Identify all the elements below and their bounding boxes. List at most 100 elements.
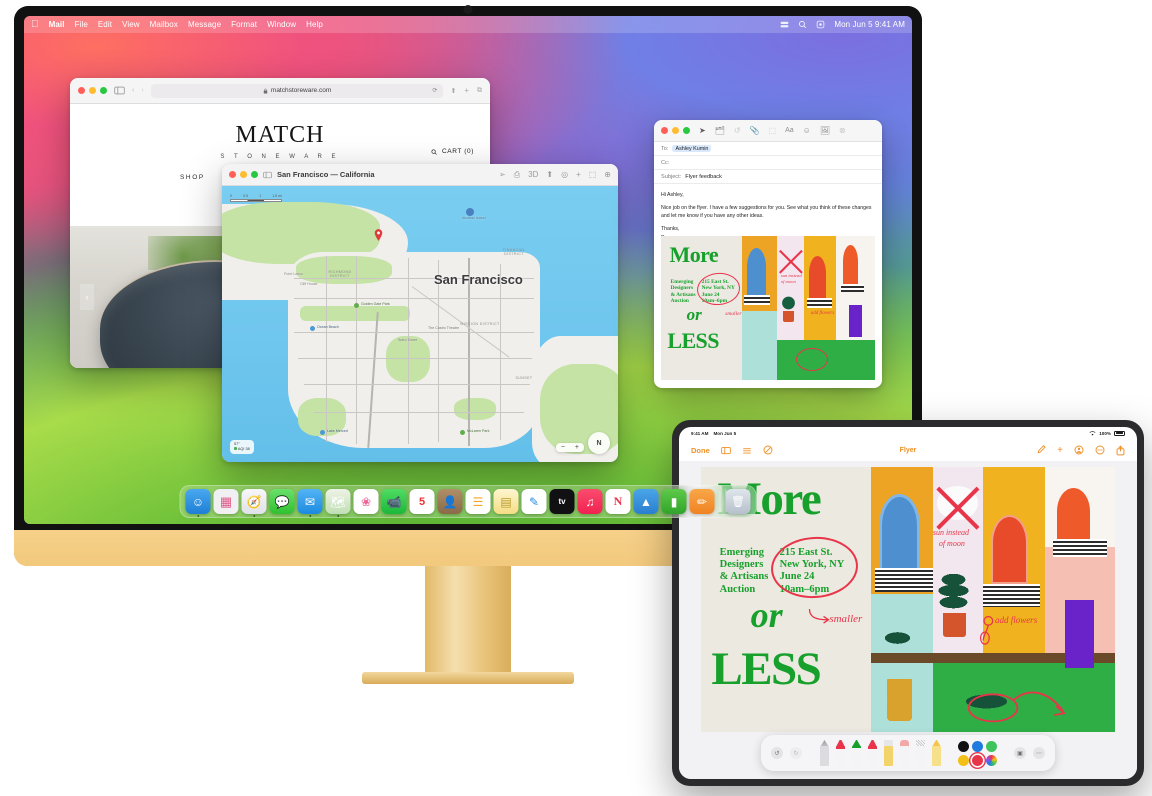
menu-item-window[interactable]: Window: [267, 20, 296, 29]
share-icon[interactable]: ⬆: [450, 87, 456, 95]
reload-icon[interactable]: ⟳: [432, 87, 437, 94]
lake-merced-dot[interactable]: [320, 430, 325, 435]
dock-app-safari[interactable]: 🧭: [241, 489, 267, 517]
color-swatch-blue[interactable]: [972, 740, 983, 752]
dock-app-messages[interactable]: 💬: [269, 489, 295, 514]
menu-item-message[interactable]: Message: [188, 20, 221, 29]
no-markup-icon[interactable]: [763, 445, 773, 455]
dock-app-numbers[interactable]: ▮: [661, 489, 687, 514]
dock-app-reminders[interactable]: ☰: [465, 489, 491, 514]
ipad-flyer-document[interactable]: More Emerging Designers & Artisans Aucti…: [701, 467, 1115, 732]
forward-icon[interactable]: ›: [141, 87, 143, 94]
window-controls[interactable]: [229, 171, 258, 178]
map-canvas[interactable]: 0 0.5 1 1.5 mi San Francisco RICHMOND DI…: [222, 186, 618, 462]
color-swatch-rainbow[interactable]: [986, 754, 997, 766]
format-icon[interactable]: Aa: [785, 127, 794, 134]
poi-ocean-beach[interactable]: Ocean Beach: [317, 325, 339, 329]
directions-icon[interactable]: ➢: [499, 170, 506, 179]
weather-widget[interactable]: 57° AQI 38: [230, 439, 254, 454]
look-around-icon[interactable]: ◎: [561, 170, 568, 179]
zoom-in-button[interactable]: +: [570, 443, 584, 452]
markup-icon[interactable]: ⬚: [769, 126, 777, 135]
dock-app-freeform[interactable]: ✎: [521, 489, 547, 514]
redo-icon[interactable]: ↻: [790, 747, 802, 759]
print-icon[interactable]: ⎙: [514, 170, 520, 180]
dock-app-finder[interactable]: ☺: [185, 489, 211, 517]
ocean-beach-dot[interactable]: [310, 326, 315, 331]
new-tab-icon[interactable]: +: [464, 86, 469, 95]
maps-window[interactable]: San Francisco — California ➢ ⎙ 3D ⬆ ◎ + …: [222, 164, 618, 462]
color-swatch-black[interactable]: [958, 740, 969, 752]
tab-overview-icon[interactable]: ⧉: [477, 87, 482, 95]
mail-to-field[interactable]: To: Ashley Kumin: [654, 142, 882, 156]
poi-lake-merced[interactable]: Lake Merced: [327, 429, 348, 433]
dock[interactable]: ☺ ▦ 🧭 💬 ✉ 🗺 ❀ 📹 5 👤 ☰ ▤ ✎ tv ♫ N ▲ ▮ ✏ 🗑: [179, 485, 757, 518]
menu-item-file[interactable]: File: [75, 20, 88, 29]
3d-icon[interactable]: 3D: [528, 170, 538, 179]
sidebar-icon[interactable]: [114, 86, 125, 95]
eraser-tool[interactable]: [884, 740, 893, 766]
zoom-button[interactable]: [251, 171, 258, 178]
dock-app-trash[interactable]: 🗑: [725, 489, 751, 514]
cart-label[interactable]: CART (0): [442, 148, 474, 155]
color-swatches[interactable]: [958, 740, 997, 766]
dock-app-music[interactable]: ♫: [577, 489, 603, 514]
color-swatch-yellow[interactable]: [958, 754, 969, 766]
more-icon[interactable]: [1095, 445, 1105, 455]
to-recipient-chip[interactable]: Ashley Kumin: [672, 145, 712, 152]
sidebar-icon[interactable]: [720, 446, 731, 455]
subject-value[interactable]: Flyer feedback: [685, 174, 722, 180]
dock-app-mail[interactable]: ✉: [297, 489, 323, 517]
zoom-out-button[interactable]: −: [556, 443, 570, 452]
dock-app-photos[interactable]: ❀: [353, 489, 379, 514]
zoom-button[interactable]: [100, 87, 107, 94]
share-icon[interactable]: ⬆: [546, 170, 553, 179]
media-icon[interactable]: 🖼: [820, 126, 830, 135]
add-icon[interactable]: +: [1057, 445, 1063, 456]
undo-icon[interactable]: ↺: [734, 126, 741, 135]
close-button[interactable]: [661, 127, 668, 134]
marker-tool[interactable]: [836, 740, 845, 766]
shapes-icon[interactable]: ▣: [1014, 747, 1026, 759]
pencil-tool[interactable]: [852, 740, 861, 766]
safari-toolbar[interactable]: ‹ › matchstoreware.com ⟳ ⬆ + ⧉: [70, 78, 490, 104]
menu-item-mail[interactable]: Mail: [49, 20, 65, 29]
site-logo[interactable]: MATCH S T O N E W A R E: [70, 104, 490, 160]
close-button[interactable]: [229, 171, 236, 178]
mclaren-park-dot[interactable]: [460, 430, 465, 435]
smudge-tool[interactable]: [900, 740, 909, 766]
dock-app-appletv[interactable]: tv: [549, 489, 575, 514]
ipad-screen[interactable]: 9:41 AM Mon Jun 5 100% Done Flyer + More…: [679, 427, 1137, 779]
archive-icon[interactable]: 🗂: [715, 126, 725, 135]
poi-sutro-tower[interactable]: Sutro Tower: [398, 338, 417, 342]
map-zoom-controls[interactable]: − +: [555, 443, 584, 452]
list-icon[interactable]: [742, 446, 752, 455]
mail-cc-field[interactable]: Cc:: [654, 156, 882, 170]
search-icon[interactable]: [431, 149, 437, 155]
send-icon[interactable]: ➤: [699, 126, 706, 135]
close-button[interactable]: [78, 87, 85, 94]
color-swatch-green[interactable]: [986, 740, 997, 752]
mail-compose-window[interactable]: ➤ 🗂 ↺ 📎 ⬚ Aa ☺ 🖼 ⊗ To: Ashley Kumin Cc:: [654, 120, 882, 388]
cart-area[interactable]: CART (0): [431, 148, 474, 155]
more-icon[interactable]: ⋯: [1033, 747, 1045, 759]
minimize-button[interactable]: [672, 127, 679, 134]
highlighter-tool[interactable]: [868, 740, 877, 766]
window-controls[interactable]: [78, 87, 107, 94]
ipad-nav-bar[interactable]: Done Flyer +: [679, 439, 1137, 461]
minimize-button[interactable]: [240, 171, 247, 178]
dock-app-news[interactable]: N: [605, 489, 631, 514]
mail-flyer-attachment[interactable]: More Emerging Designers & Artisans Aucti…: [661, 236, 875, 380]
dock-app-maps[interactable]: 🗺: [325, 489, 351, 517]
mail-toolbar[interactable]: ➤ 🗂 ↺ 📎 ⬚ Aa ☺ 🖼 ⊗: [654, 120, 882, 142]
window-controls[interactable]: [661, 127, 690, 134]
undo-icon[interactable]: ↺: [771, 747, 783, 759]
poi-point-lobos[interactable]: Point Lobos: [284, 272, 303, 276]
search-icon[interactable]: [798, 20, 807, 29]
minimize-button[interactable]: [89, 87, 96, 94]
map-pin-marker[interactable]: [374, 228, 383, 241]
add-icon[interactable]: +: [576, 170, 581, 179]
dock-app-keynote[interactable]: ▲: [633, 489, 659, 514]
dock-app-launchpad[interactable]: ▦: [213, 489, 239, 514]
share-icon[interactable]: [1116, 444, 1125, 456]
